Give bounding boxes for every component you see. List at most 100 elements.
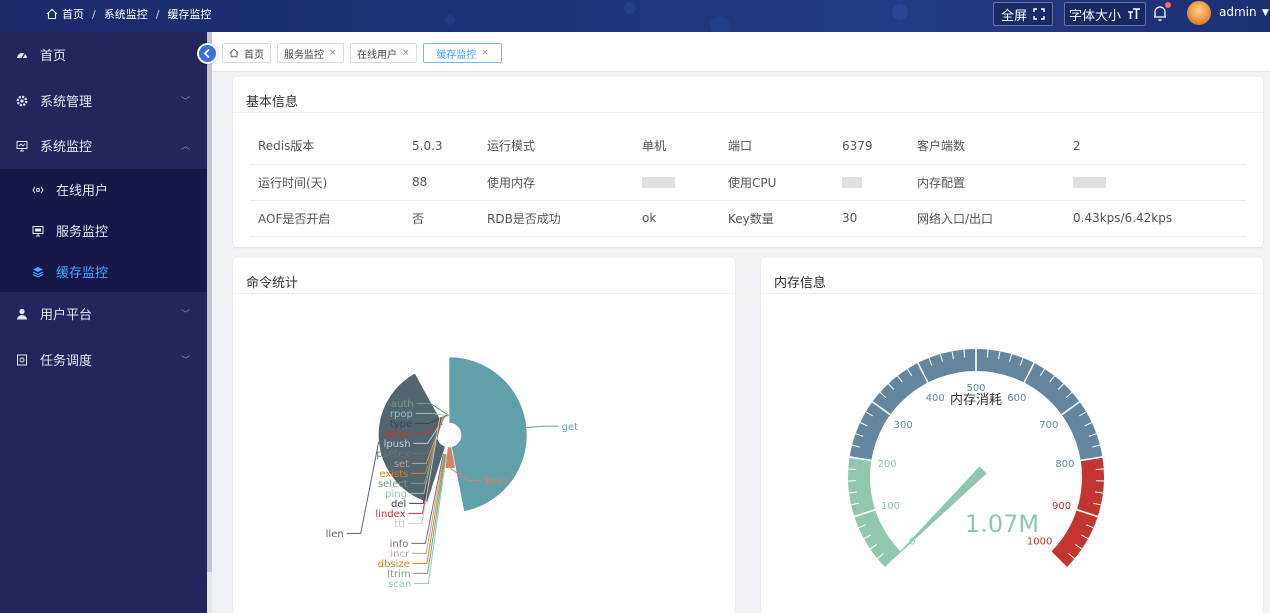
info-label: AOF是否开启 <box>250 200 404 237</box>
sidebar-item-label: 在线用户 <box>56 184 109 199</box>
info-value: 30 <box>834 200 909 237</box>
sidebar-collapse-button[interactable] <box>197 43 218 64</box>
username[interactable]: admin <box>1219 5 1257 19</box>
pie-slice-auth[interactable] <box>447 415 450 424</box>
gauge-band-0 <box>848 456 902 568</box>
table-row: Redis版本 5.0.3 运行模式 单机 端口 6379 客户端数 2 <box>250 128 1246 165</box>
command-stats-card: 命令统计 get keys auth rpop type setex lpush psetex… <box>233 258 735 613</box>
close-icon[interactable]: × <box>329 48 337 58</box>
sidebar-item-online-users[interactable]: 在线用户 <box>0 169 207 210</box>
breadcrumb: 首页 / 系统监控 / 缓存监控 <box>46 6 211 22</box>
info-label: Key数量 <box>720 200 834 237</box>
monitor-icon <box>16 140 28 151</box>
info-value: 88 <box>404 164 479 201</box>
top-header: 首页 / 系统监控 / 缓存监控 全屏 字体大小 admin ▼ <box>0 0 1270 32</box>
fullscreen-button[interactable]: 全屏 <box>993 2 1053 26</box>
gauge-band-2 <box>1050 456 1104 568</box>
info-label: 端口 <box>720 128 834 165</box>
chevron-left-icon <box>203 48 210 59</box>
command-stats-title: 命令统计 <box>246 276 299 291</box>
scrollbar-thumb[interactable] <box>207 32 212 572</box>
info-value-redacted <box>834 164 909 201</box>
chevron-down-icon: ﹀ <box>181 310 191 320</box>
server-icon <box>32 225 44 236</box>
font-size-label: 字体大小 <box>1068 8 1121 24</box>
table-row: 运行时间(天) 88 使用内存 使用CPU 内存配置 <box>250 164 1246 201</box>
info-value: 单机 <box>634 128 720 165</box>
pie-label-get: get <box>562 422 579 433</box>
sidebar-item-label: 系统监控 <box>40 140 93 155</box>
pie-label-ttl: ttl <box>394 519 405 530</box>
info-label: 使用CPU <box>720 164 834 201</box>
breadcrumb-home[interactable]: 首页 <box>62 6 84 22</box>
gauge-tick <box>848 468 857 470</box>
basic-info-card: 基本信息 Redis版本 5.0.3 运行模式 单机 端口 6379 客户端数 … <box>233 77 1263 247</box>
redacted-value <box>1073 177 1106 188</box>
gear-icon <box>16 95 28 106</box>
tab-label: 首页 <box>244 49 264 61</box>
home-icon <box>229 48 239 58</box>
info-value: 6379 <box>834 128 909 165</box>
sidebar-item-server-monitor[interactable]: 服务监控 <box>0 210 207 251</box>
tab-online-users[interactable]: 在线用户 × <box>350 43 417 63</box>
font-size-button[interactable]: 字体大小 <box>1064 2 1146 26</box>
sidebar-item-label: 任务调度 <box>40 354 93 369</box>
sidebar-scrollbar[interactable] <box>207 32 212 613</box>
sidebar: 首页 系统管理 ﹀ 系统监控 ︿ 在线用户 服务监控 缓存监控 用户平台 ﹀ 任… <box>0 32 207 613</box>
user-icon <box>17 308 27 319</box>
tab-cache-monitor[interactable]: 缓存监控 × <box>423 43 502 63</box>
tab-label: 在线用户 <box>357 49 397 61</box>
sidebar-item-user-platform[interactable]: 用户平台 ﹀ <box>0 291 207 336</box>
info-value: 5.0.3 <box>404 128 479 165</box>
pie-slice-get[interactable] <box>448 356 528 512</box>
tab-home[interactable]: 首页 <box>222 43 271 63</box>
sidebar-item-home[interactable]: 首页 <box>0 32 207 77</box>
pie-label-scan: scan <box>388 579 411 590</box>
gauge-tick <box>1095 468 1104 470</box>
gauge-tick-label: 600 <box>1007 393 1026 404</box>
close-icon[interactable]: × <box>481 48 489 58</box>
tab-label: 服务监控 <box>284 49 324 61</box>
pie-label-llen: llen <box>326 529 344 540</box>
gauge-tick-label: 700 <box>1039 420 1058 431</box>
info-label: 运行模式 <box>479 128 634 165</box>
pie-label-keys: keys <box>485 476 508 487</box>
info-label: 客户端数 <box>909 128 1065 165</box>
breadcrumb-system-monitor[interactable]: 系统监控 <box>104 6 148 22</box>
info-label: 网络入口/出口 <box>909 200 1065 237</box>
fullscreen-label: 全屏 <box>1000 8 1027 24</box>
schedule-icon <box>17 354 27 365</box>
info-label: 内存配置 <box>909 164 1065 201</box>
user-dropdown-icon[interactable]: ▼ <box>1262 8 1269 18</box>
gauge-tick-label: 100 <box>881 501 900 512</box>
info-label: Redis版本 <box>250 128 404 165</box>
sidebar-item-system-management[interactable]: 系统管理 ﹀ <box>0 78 207 123</box>
memory-info-title: 内存信息 <box>774 276 827 291</box>
font-size-icon <box>1128 8 1140 19</box>
info-label: RDB是否成功 <box>479 200 634 237</box>
sidebar-item-system-monitor[interactable]: 系统监控 ︿ <box>0 123 207 168</box>
notification-badge <box>1165 2 1171 8</box>
info-value: ok <box>634 200 720 237</box>
sidebar-item-label: 服务监控 <box>56 225 109 240</box>
sidebar-item-cache-monitor[interactable]: 缓存监控 <box>0 251 207 292</box>
close-icon[interactable]: × <box>402 48 410 58</box>
layers-icon <box>32 266 44 278</box>
gauge-tick-label: 400 <box>926 393 945 404</box>
home-icon <box>46 8 58 20</box>
sidebar-item-job-scheduling[interactable]: 任务调度 ﹀ <box>0 337 207 382</box>
expand-icon <box>1033 8 1045 20</box>
info-value: 否 <box>404 200 479 237</box>
info-label: 使用内存 <box>479 164 634 201</box>
command-stats-chart: getkeysauthrpoptypesetexlpushpsetexsetex… <box>326 356 579 590</box>
memory-info-card: 内存信息 0 100 200 300 400 500 600 700 800 900 1000 内存消… <box>761 258 1263 613</box>
sidebar-item-label: 用户平台 <box>40 308 93 323</box>
gauge-value-label: 1.07M <box>965 510 1039 538</box>
avatar[interactable] <box>1187 1 1211 25</box>
pie-label-line-llen <box>346 441 380 534</box>
gauge-tick-label: 300 <box>894 420 913 431</box>
pie-label-line-get <box>526 425 559 428</box>
info-value-redacted <box>634 164 720 201</box>
tab-server-monitor[interactable]: 服务监控 × <box>277 43 344 63</box>
system-monitor-submenu: 在线用户 服务监控 缓存监控 <box>0 169 207 292</box>
